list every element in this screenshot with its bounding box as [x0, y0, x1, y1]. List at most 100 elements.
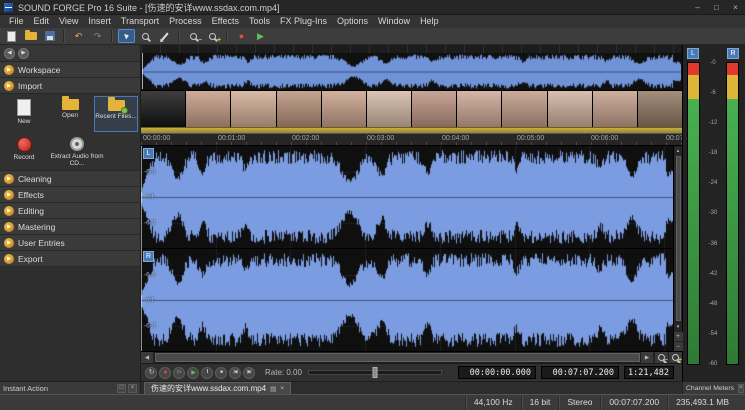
scroll-up-button[interactable]: ▲ [674, 146, 683, 155]
scroll-down-button[interactable]: ▼ [674, 322, 683, 331]
video-thumbnail[interactable] [638, 91, 682, 127]
rate-slider-handle[interactable] [372, 367, 377, 378]
menu-item-fx-plugins[interactable]: FX Plug-Ins [275, 15, 332, 28]
import-extract-cd-button[interactable]: Extract Audio from CD... [48, 134, 106, 168]
rate-slider[interactable] [308, 370, 442, 375]
sidebar-item-label: Import [18, 81, 42, 91]
nav-forward-button[interactable]: ▶ [18, 48, 29, 59]
menu-item-edit[interactable]: Edit [29, 15, 55, 28]
menu-item-insert[interactable]: Insert [83, 15, 116, 28]
new-file-button[interactable] [3, 29, 20, 43]
menu-item-tools[interactable]: Tools [244, 15, 275, 28]
left-channel-button[interactable]: L [143, 148, 154, 159]
menu-item-view[interactable]: View [54, 15, 83, 28]
video-thumbnail[interactable] [367, 91, 411, 127]
play-toolbar-button[interactable]: ▶ [252, 29, 269, 43]
menu-item-help[interactable]: Help [415, 15, 444, 28]
time-ruler[interactable]: 00:00:00 00:01:00 00:02:00 00:03:00 00:0… [141, 134, 682, 146]
video-thumbnail[interactable] [186, 91, 230, 127]
video-thumbnail[interactable] [277, 91, 321, 127]
waveform-overview[interactable] [141, 45, 682, 91]
redo-button[interactable]: ↷ [89, 29, 106, 43]
video-thumbnail[interactable] [548, 91, 592, 127]
transport-bar: ↻ ● ▷ ▶ II ■ |◀ ▶| Rate: 0.00 00:00:00.0… [141, 363, 682, 381]
vertical-scroll-thumb[interactable] [676, 156, 681, 321]
undo-button[interactable]: ↶ [70, 29, 87, 43]
menu-item-file[interactable]: File [4, 15, 29, 28]
instant-action-caption: Instant Action □ × [0, 382, 141, 394]
tab-list-icon[interactable]: ▤ [270, 385, 276, 393]
time-zoom-in-button[interactable]: + [668, 352, 682, 363]
panel-close-button[interactable]: × [738, 384, 744, 393]
scroll-right-button[interactable]: ▶ [641, 352, 654, 363]
tab-close-icon[interactable]: × [280, 385, 284, 392]
record-toolbar-button[interactable]: ● [233, 29, 250, 43]
loop-selection-bar[interactable] [141, 127, 682, 134]
import-record-button[interactable]: Record [2, 134, 46, 168]
menu-item-effects[interactable]: Effects [207, 15, 244, 28]
video-thumbnail[interactable] [457, 91, 501, 127]
left-channel[interactable]: L -6.0 -Inf. -6.0 [141, 146, 682, 248]
expand-arrow-icon: ▶ [4, 81, 14, 91]
nav-back-button[interactable]: ◀ [4, 48, 15, 59]
maximize-button[interactable]: □ [707, 0, 726, 14]
save-button[interactable] [41, 29, 58, 43]
open-button[interactable] [22, 29, 39, 43]
horizontal-scroll-track[interactable] [154, 352, 641, 363]
video-thumbnail[interactable] [231, 91, 275, 127]
video-thumbnail[interactable] [593, 91, 637, 127]
video-thumbnail[interactable] [141, 91, 185, 127]
menu-item-options[interactable]: Options [332, 15, 373, 28]
document-tab[interactable]: 伤速的安详www.ssdax.com.mp4 ▤ × [144, 382, 291, 394]
level-zoom-out-button[interactable]: − [674, 341, 683, 351]
sidebar-item-user-entries[interactable]: ▶ User Entries [0, 235, 140, 251]
sidebar-item-mastering[interactable]: ▶ Mastering [0, 219, 140, 235]
toolbar-separator [63, 30, 65, 42]
overview-waveform-canvas[interactable] [142, 53, 681, 90]
sidebar-item-workspace[interactable]: ▶ Workspace [0, 62, 140, 78]
right-waveform-canvas[interactable] [141, 249, 673, 351]
zoom-out-button[interactable]: − [185, 29, 202, 43]
video-thumbnail-strip[interactable] [141, 91, 682, 127]
import-open-button[interactable]: Open [48, 96, 92, 132]
panel-dock-button[interactable]: □ [117, 384, 126, 393]
right-channel[interactable]: R -6.0 -Inf. -6.0 [141, 249, 682, 351]
vertical-scrollbar[interactable]: ▲ ▼ + − [673, 146, 682, 351]
time-zoom-out-button[interactable]: − [654, 352, 668, 363]
sidebar-item-effects[interactable]: ▶ Effects [0, 187, 140, 203]
panel-close-button[interactable]: × [128, 384, 137, 393]
audio-editor-area: 00:00:00 00:01:00 00:02:00 00:03:00 00:0… [141, 45, 682, 381]
level-zoom-in-button[interactable]: + [674, 331, 683, 341]
import-new-button[interactable]: New [2, 96, 46, 132]
video-thumbnail[interactable] [322, 91, 366, 127]
zoom-in-button[interactable]: + [204, 29, 221, 43]
go-to-end-button[interactable]: ▶| [243, 367, 255, 379]
record-button[interactable]: ● [159, 367, 171, 379]
sidebar-item-export[interactable]: ▶ Export [0, 251, 140, 267]
stop-button[interactable]: ■ [215, 367, 227, 379]
play-all-button[interactable]: ▷ [173, 367, 185, 379]
menu-item-transport[interactable]: Transport [116, 15, 164, 28]
pencil-tool-button[interactable] [156, 29, 173, 43]
right-channel-button[interactable]: R [143, 251, 154, 262]
left-waveform-canvas[interactable] [141, 146, 673, 248]
pause-button[interactable]: II [201, 367, 213, 379]
play-button[interactable]: ▶ [187, 367, 199, 379]
magnify-tool-button[interactable] [137, 29, 154, 43]
video-thumbnail[interactable] [502, 91, 546, 127]
menu-item-process[interactable]: Process [164, 15, 207, 28]
import-recent-files-button[interactable]: Recent Files... [94, 96, 138, 132]
sidebar-item-editing[interactable]: ▶ Editing [0, 203, 140, 219]
edit-tool-button[interactable] [118, 29, 135, 43]
horizontal-scrollbar[interactable]: ◀ ▶ − + [141, 351, 682, 363]
go-to-start-button[interactable]: |◀ [229, 367, 241, 379]
sidebar-item-cleaning[interactable]: ▶ Cleaning [0, 171, 140, 187]
scroll-left-button[interactable]: ◀ [141, 352, 154, 363]
minimize-button[interactable]: – [688, 0, 707, 14]
loop-playback-button[interactable]: ↻ [145, 367, 157, 379]
close-button[interactable]: × [726, 0, 745, 14]
video-thumbnail[interactable] [412, 91, 456, 127]
menu-item-window[interactable]: Window [373, 15, 415, 28]
sidebar-item-import[interactable]: ▶ Import [0, 78, 140, 94]
horizontal-scroll-thumb[interactable] [155, 353, 640, 362]
